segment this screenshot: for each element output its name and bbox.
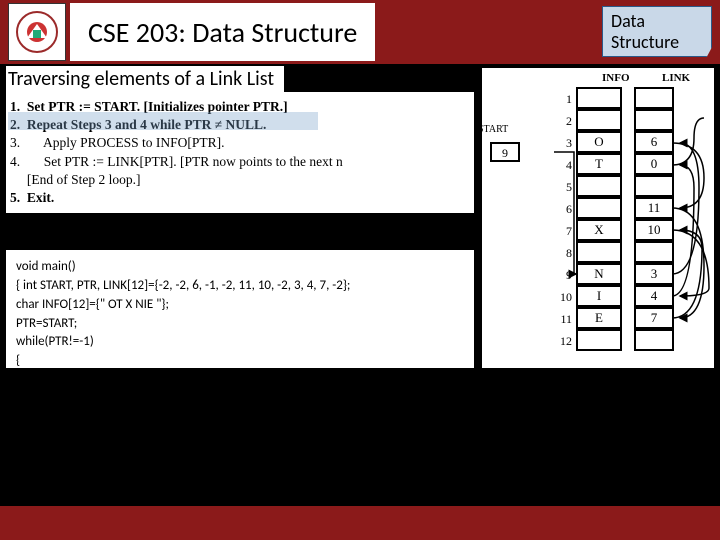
array-row: 10I4	[554, 286, 674, 308]
row-index: 3	[554, 136, 576, 151]
row-index: 9	[554, 268, 576, 283]
code-line-2: { int START, PTR, LINK[12]={-2, -2, 6, -…	[16, 277, 464, 296]
linked-list-diagram: INFO LINK START 9 123O64T056117X1089N310…	[482, 68, 714, 368]
array-row: 6 11	[554, 198, 674, 220]
row-index: 2	[554, 114, 576, 129]
link-cell: 6	[634, 131, 674, 153]
col-header-info: INFO	[602, 72, 630, 84]
algo-step-5: 5. Exit.	[10, 189, 468, 207]
link-cell: 4	[634, 285, 674, 307]
array-row: 9N3	[554, 264, 674, 286]
code-line-4: PTR=START;	[16, 315, 464, 334]
array-row: 12	[554, 330, 674, 352]
info-cell: I	[576, 285, 622, 307]
info-cell	[576, 87, 622, 109]
link-cell: 0	[634, 153, 674, 175]
info-cell: O	[576, 131, 622, 153]
start-value-box: 9	[490, 142, 520, 162]
algo-step-4: 4. Set PTR := LINK[PTR]. [PTR now points…	[10, 153, 468, 171]
course-title: CSE 203: Data Structure	[70, 3, 375, 61]
algo-loop-end: [End of Step 2 loop.]	[10, 171, 468, 189]
code-listing: void main() { int START, PTR, LINK[12]={…	[6, 250, 474, 368]
link-cell: 7	[634, 307, 674, 329]
start-label: START	[478, 124, 508, 135]
info-cell: T	[576, 153, 622, 175]
algo-step-1: 1. Set PTR := START. [Initializes pointe…	[10, 98, 468, 116]
array-row: 5	[554, 176, 674, 198]
link-cell	[634, 175, 674, 197]
info-cell	[576, 109, 622, 131]
row-index: 1	[554, 92, 576, 107]
footer-bar	[0, 506, 720, 540]
info-cell: N	[576, 263, 622, 285]
algo-step-2: 2. Repeat Steps 3 and 4 while PTR ≠ NULL…	[10, 116, 468, 134]
link-cell: 11	[634, 197, 674, 219]
code-line-1: void main()	[16, 258, 464, 277]
algorithm-figure: 1. Set PTR := START. [Initializes pointe…	[6, 92, 474, 213]
col-header-link: LINK	[662, 72, 690, 84]
row-index: 5	[554, 180, 576, 195]
info-cell	[576, 241, 622, 263]
link-cell	[634, 241, 674, 263]
row-index: 10	[554, 290, 576, 305]
link-cell	[634, 329, 674, 351]
topic-badge: Data Structure	[602, 6, 712, 57]
link-cell: 10	[634, 219, 674, 241]
link-cell	[634, 109, 674, 131]
link-cell	[634, 87, 674, 109]
code-line-3: char INFO[12]={" OT X NIE "};	[16, 296, 464, 315]
badge-line-2: Structure	[611, 31, 679, 53]
array-row: 1	[554, 88, 674, 110]
code-line-5: while(PTR!=-1)	[16, 333, 464, 352]
row-index: 6	[554, 202, 576, 217]
info-cell	[576, 197, 622, 219]
array-row: 3O6	[554, 132, 674, 154]
array-row: 11E7	[554, 308, 674, 330]
header: CSE 203: Data Structure Data Structure	[0, 0, 720, 64]
university-logo	[8, 3, 66, 61]
info-cell: X	[576, 219, 622, 241]
info-cell: E	[576, 307, 622, 329]
algo-step-3: 3. Apply PROCESS to INFO[PTR].	[10, 134, 468, 152]
info-cell	[576, 175, 622, 197]
array-row: 7X 10	[554, 220, 674, 242]
row-index: 12	[554, 334, 576, 349]
link-cell: 3	[634, 263, 674, 285]
info-cell	[576, 329, 622, 351]
array-row: 4T0	[554, 154, 674, 176]
array-row: 2	[554, 110, 674, 132]
code-line-6: {	[16, 352, 464, 371]
row-index: 7	[554, 224, 576, 239]
array-grid: 123O64T056117X1089N310I411E712	[554, 88, 674, 352]
row-index: 11	[554, 312, 576, 327]
badge-line-1: Data	[611, 10, 645, 32]
row-index: 8	[554, 246, 576, 261]
array-row: 8	[554, 242, 674, 264]
row-index: 4	[554, 158, 576, 173]
slide-subtitle: Traversing elements of a Link List	[6, 66, 284, 94]
